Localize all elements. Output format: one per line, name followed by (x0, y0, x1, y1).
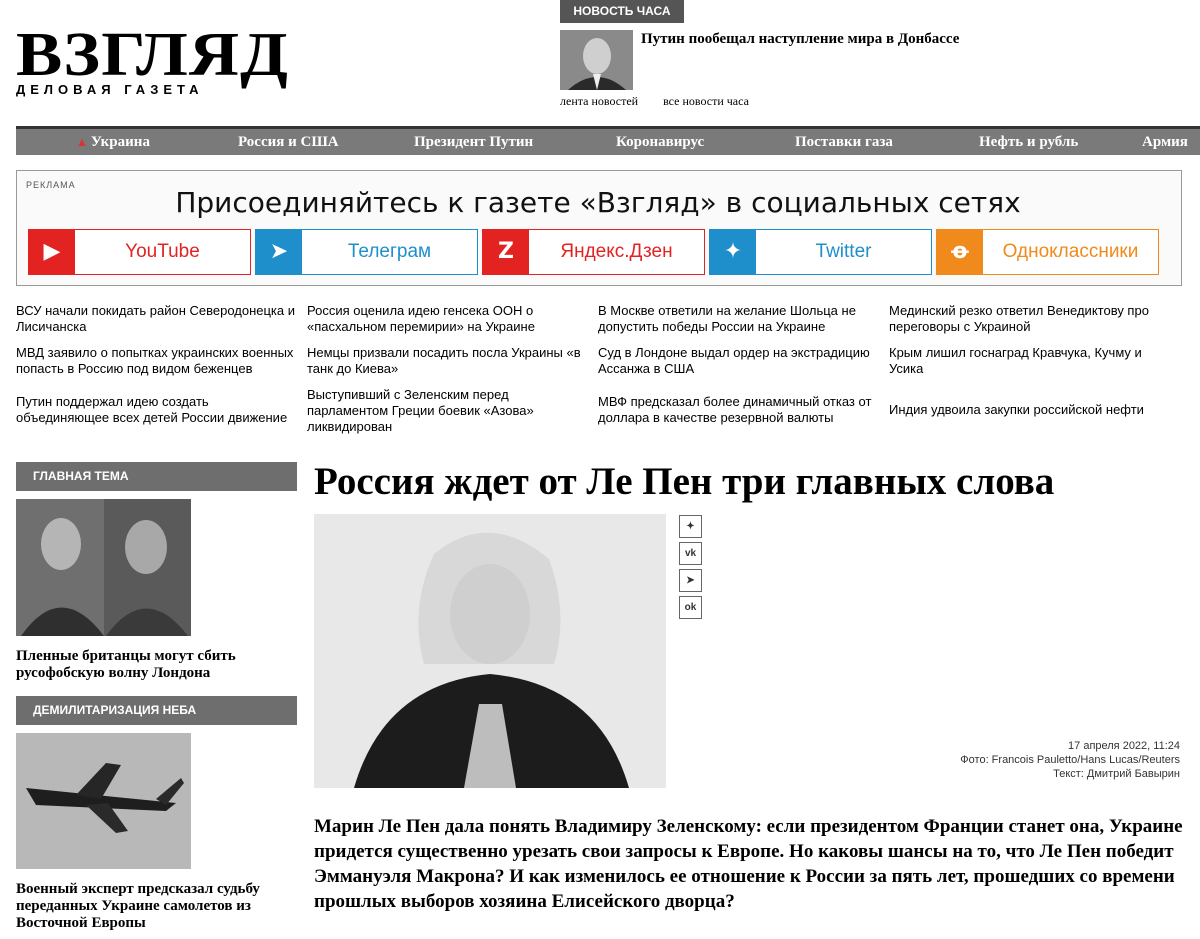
site-logo[interactable]: ВЗГЛЯД ДЕЛОВАЯ ГАЗЕТА (16, 24, 288, 97)
telegram-button[interactable]: ➤ Телеграм (255, 229, 478, 275)
air-defense-image[interactable] (16, 733, 191, 869)
nav-item-president[interactable]: Президент Путин (414, 129, 533, 155)
nav-item-gas[interactable]: Поставки газа (795, 129, 893, 155)
ok-share-icon[interactable]: ok (679, 596, 702, 619)
logo-title: ВЗГЛЯД (16, 21, 290, 89)
nav-item-ukraine[interactable]: ▲ Украина (76, 129, 150, 155)
nav-item-army[interactable]: Армия и (1142, 129, 1200, 176)
social-label: Телеграм (347, 241, 432, 262)
hot-news-photo[interactable] (560, 30, 633, 90)
telegram-icon: ➤ (256, 230, 302, 274)
ok-icon: ꝋ (937, 230, 983, 274)
hot-news-links: лента новостей все новости часа (560, 94, 771, 109)
article-headline: Россия ждет от Ле Пен три главных слова (314, 460, 1055, 503)
air-defense-caption[interactable]: Военный эксперт предсказал судьбу переда… (16, 881, 297, 932)
article-photo (314, 514, 666, 788)
news-link[interactable]: Немцы призвали посадить посла Украины «в… (307, 345, 587, 377)
article-author[interactable]: Текст: Дмитрий Бавырин (1053, 768, 1180, 780)
news-link[interactable]: Выступивший с Зеленским перед парламенто… (307, 387, 587, 435)
section-tag-label: ДЕМИЛИТАРИЗАЦИЯ НЕБА (33, 703, 197, 717)
ad-title[interactable]: Присоединяйтесь к газете «Взгляд» в соци… (16, 186, 1180, 219)
nav-item-oil[interactable]: Нефть и рубль (979, 129, 1078, 155)
up-arrow-icon: ▲ (76, 135, 88, 149)
main-topic-caption[interactable]: Пленные британцы могут сбить русофобскую… (16, 648, 297, 682)
section-tag-main-topic[interactable]: ГЛАВНАЯ ТЕМА (16, 462, 297, 491)
twitter-icon: ✦ (710, 230, 756, 274)
article-date: 17 апреля 2022, 11:24 (1068, 740, 1180, 752)
hot-news-title[interactable]: Путин пообещал наступление мира в Донбас… (641, 31, 959, 48)
all-hour-news-link[interactable]: все новости часа (663, 94, 749, 108)
social-label: Одноклассники (1002, 241, 1139, 262)
news-link[interactable]: МВФ предсказал более динамичный отказ от… (598, 394, 878, 426)
news-link[interactable]: Индия удвоила закупки российской нефти (889, 402, 1169, 418)
social-label: YouTube (125, 241, 200, 262)
vk-share-icon[interactable]: vk (679, 542, 702, 565)
news-link[interactable]: Мединский резко ответил Венедиктову про … (889, 303, 1169, 335)
zen-button[interactable]: Z Яндекс.Дзен (482, 229, 705, 275)
nav-item-covid[interactable]: Коронавирус (616, 129, 704, 155)
news-link[interactable]: Путин поддержал идею создать объединяюще… (16, 394, 296, 426)
news-link[interactable]: Суд в Лондоне выдал ордер на экстрадицию… (598, 345, 878, 377)
telegram-share-icon[interactable]: ➤ (679, 569, 702, 592)
news-link[interactable]: В Москве ответили на желание Шольца не д… (598, 303, 878, 335)
article-lead: Марин Ле Пен дала понять Владимиру Зелен… (314, 816, 1183, 912)
youtube-icon: ▶ (29, 230, 75, 274)
news-link[interactable]: Крым лишил госнаград Кравчука, Кучму и У… (889, 345, 1169, 377)
hot-news-tag: НОВОСТЬ ЧАСА (560, 0, 684, 23)
twitter-share-icon[interactable]: ✦ (679, 515, 702, 538)
nav-item-label: Украина (90, 134, 150, 150)
main-topic-image[interactable] (16, 499, 191, 636)
news-link[interactable]: ВСУ начали покидать район Северодонецка … (16, 303, 296, 335)
section-tag-label: ГЛАВНАЯ ТЕМА (33, 469, 129, 483)
zen-icon: Z (483, 230, 529, 274)
ok-button[interactable]: ꝋ Одноклассники (936, 229, 1159, 275)
social-label: Яндекс.Дзен (560, 241, 673, 262)
section-tag-air-defense[interactable]: ДЕМИЛИТАРИЗАЦИЯ НЕБА (16, 696, 297, 725)
social-label: Twitter (815, 241, 872, 262)
youtube-button[interactable]: ▶ YouTube (28, 229, 251, 275)
main-navbar: ▲ Украина Россия и США Президент Путин Ко… (16, 126, 1200, 176)
news-link[interactable]: МВД заявило о попытках украинских военны… (16, 345, 296, 377)
nav-item-russia-usa[interactable]: Россия и США (238, 129, 339, 155)
photo-credit: Фото: Francois Pauletto/Hans Lucas/Reute… (960, 754, 1180, 766)
twitter-button[interactable]: ✦ Twitter (709, 229, 932, 275)
news-link[interactable]: Россия оценила идею генсека ООН о «пасха… (307, 303, 587, 335)
news-feed-link[interactable]: лента новостей (560, 94, 638, 108)
